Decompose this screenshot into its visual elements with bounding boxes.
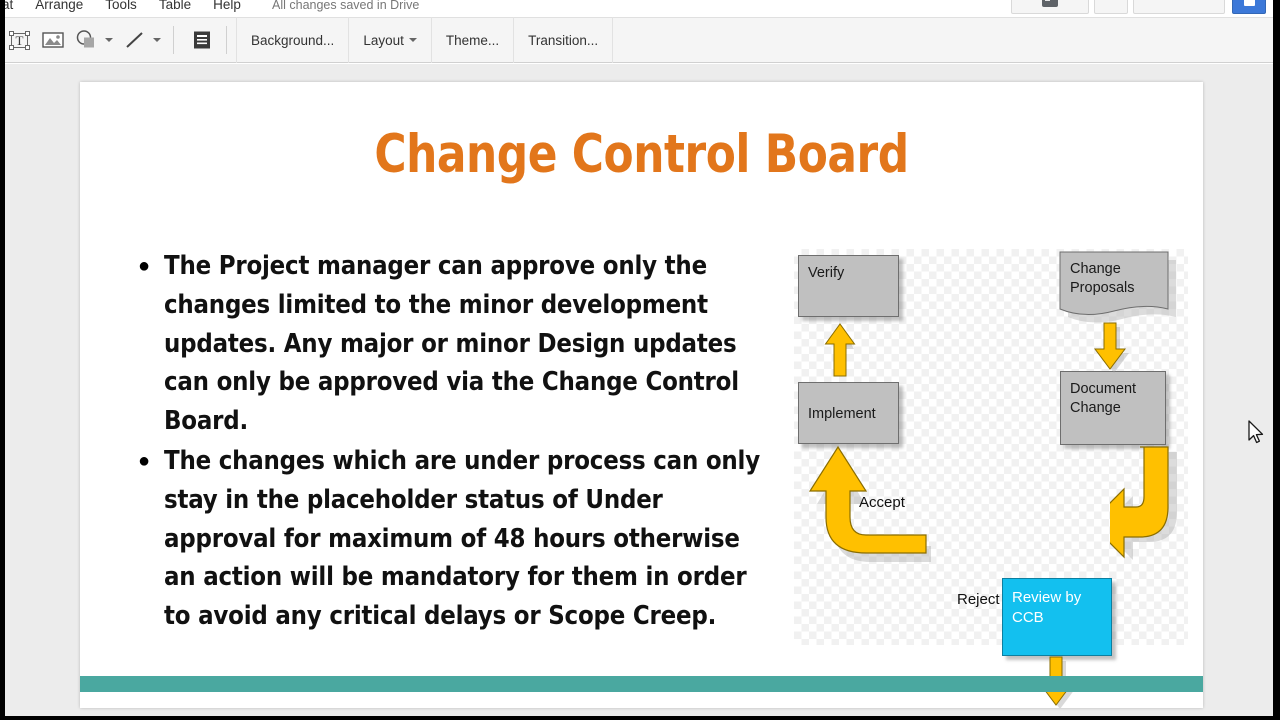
- video-frame-right: [1273, 0, 1280, 720]
- diagram-node-implement: Implement: [798, 382, 899, 444]
- slides-editor-window: at Arrange Tools Table Help All changes …: [0, 0, 1280, 720]
- proposals-line-1: Change: [1070, 261, 1121, 277]
- list-item: ● The Project manager can approve only t…: [130, 247, 770, 441]
- theme-button-label: Theme...: [445, 32, 500, 48]
- menu-table[interactable]: Table: [148, 0, 202, 17]
- arrow-proposals-to-document-icon: [1094, 322, 1129, 373]
- bullet-marker-icon: ●: [138, 449, 151, 472]
- menu-tools[interactable]: Tools: [94, 0, 148, 17]
- document-line-2: Change: [1070, 400, 1121, 416]
- transition-button-label: Transition...: [528, 32, 599, 48]
- toolbar-divider-2: [226, 26, 227, 54]
- edge-label-accept: Accept: [859, 494, 905, 511]
- layout-button-label: Layout: [363, 32, 404, 48]
- arrow-document-to-review-icon: [1110, 446, 1177, 560]
- slide-accent-bar: [80, 676, 1203, 692]
- share-button[interactable]: [1232, 0, 1266, 14]
- shape-icon[interactable]: [72, 25, 102, 55]
- background-button[interactable]: Background...: [236, 17, 350, 63]
- diagram-node-verify-label: Verify: [808, 265, 845, 281]
- toolbar-divider: [173, 26, 174, 54]
- comment-icon: [1042, 0, 1058, 7]
- layout-panel-icon[interactable]: [187, 25, 217, 55]
- save-status-text: All changes saved in Drive: [272, 0, 420, 12]
- diagram-node-review-ccb: Review by CCB: [1002, 578, 1112, 656]
- diagram-node-document-change: Document Change: [1060, 371, 1166, 445]
- video-frame-bottom: [0, 716, 1280, 720]
- line-dropdown-caret-icon[interactable]: [150, 25, 164, 55]
- slide-canvas-area: Change Control Board ● The Project manag…: [0, 64, 1280, 720]
- menu-items: at Arrange Tools Table Help: [0, 0, 252, 17]
- change-control-flow-diagram[interactable]: Verify Change Proposals Implement Docume…: [794, 249, 1188, 708]
- diagram-node-proposals-label: Change Proposals: [1070, 260, 1134, 298]
- background-button-label: Background...: [251, 32, 335, 48]
- chevron-down-icon: [408, 38, 417, 42]
- slide-surface[interactable]: Change Control Board ● The Project manag…: [80, 82, 1203, 708]
- video-frame-left: [0, 0, 5, 720]
- present-options-button[interactable]: [1094, 0, 1128, 14]
- diagram-node-proposals: Change Proposals: [1056, 251, 1176, 327]
- menu-arrange[interactable]: Arrange: [24, 0, 94, 17]
- main-toolbar: T Background... Layout Theme... Transiti…: [0, 17, 1280, 63]
- transition-button[interactable]: Transition...: [514, 17, 614, 63]
- comments-button[interactable]: [1011, 0, 1089, 14]
- bullet-text-1: The Project manager can approve only the…: [164, 251, 739, 437]
- menu-help[interactable]: Help: [202, 0, 252, 17]
- diagram-node-verify: Verify: [798, 255, 899, 317]
- toolbar-right-group: [1006, 0, 1266, 14]
- insert-image-icon[interactable]: [38, 25, 68, 55]
- bullet-marker-icon: ●: [138, 255, 151, 277]
- textbox-icon[interactable]: T: [4, 25, 34, 55]
- diagram-node-implement-label: Implement: [808, 406, 876, 422]
- shape-dropdown-caret-icon[interactable]: [102, 25, 116, 55]
- list-item: ● The changes which are under process ca…: [130, 442, 770, 636]
- document-line-1: Document: [1070, 381, 1137, 397]
- bullet-list[interactable]: ● The Project manager can approve only t…: [130, 247, 770, 637]
- mouse-cursor-icon: [1248, 420, 1264, 444]
- lock-icon: [1243, 0, 1255, 6]
- proposals-line-2: Proposals: [1070, 280, 1135, 296]
- theme-button[interactable]: Theme...: [432, 17, 515, 63]
- edge-label-reject: Reject: [957, 591, 1000, 608]
- review-line-1: Review by: [1012, 589, 1082, 606]
- review-line-2: CCB: [1012, 609, 1044, 626]
- line-icon[interactable]: [120, 25, 150, 55]
- bullet-text-2: The changes which are under process can …: [164, 445, 760, 632]
- layout-button[interactable]: Layout: [349, 17, 432, 63]
- svg-text:T: T: [15, 33, 23, 48]
- page-title: Change Control Board: [374, 124, 909, 185]
- arrow-implement-to-verify-icon: [824, 323, 856, 380]
- account-chip[interactable]: [1133, 0, 1225, 14]
